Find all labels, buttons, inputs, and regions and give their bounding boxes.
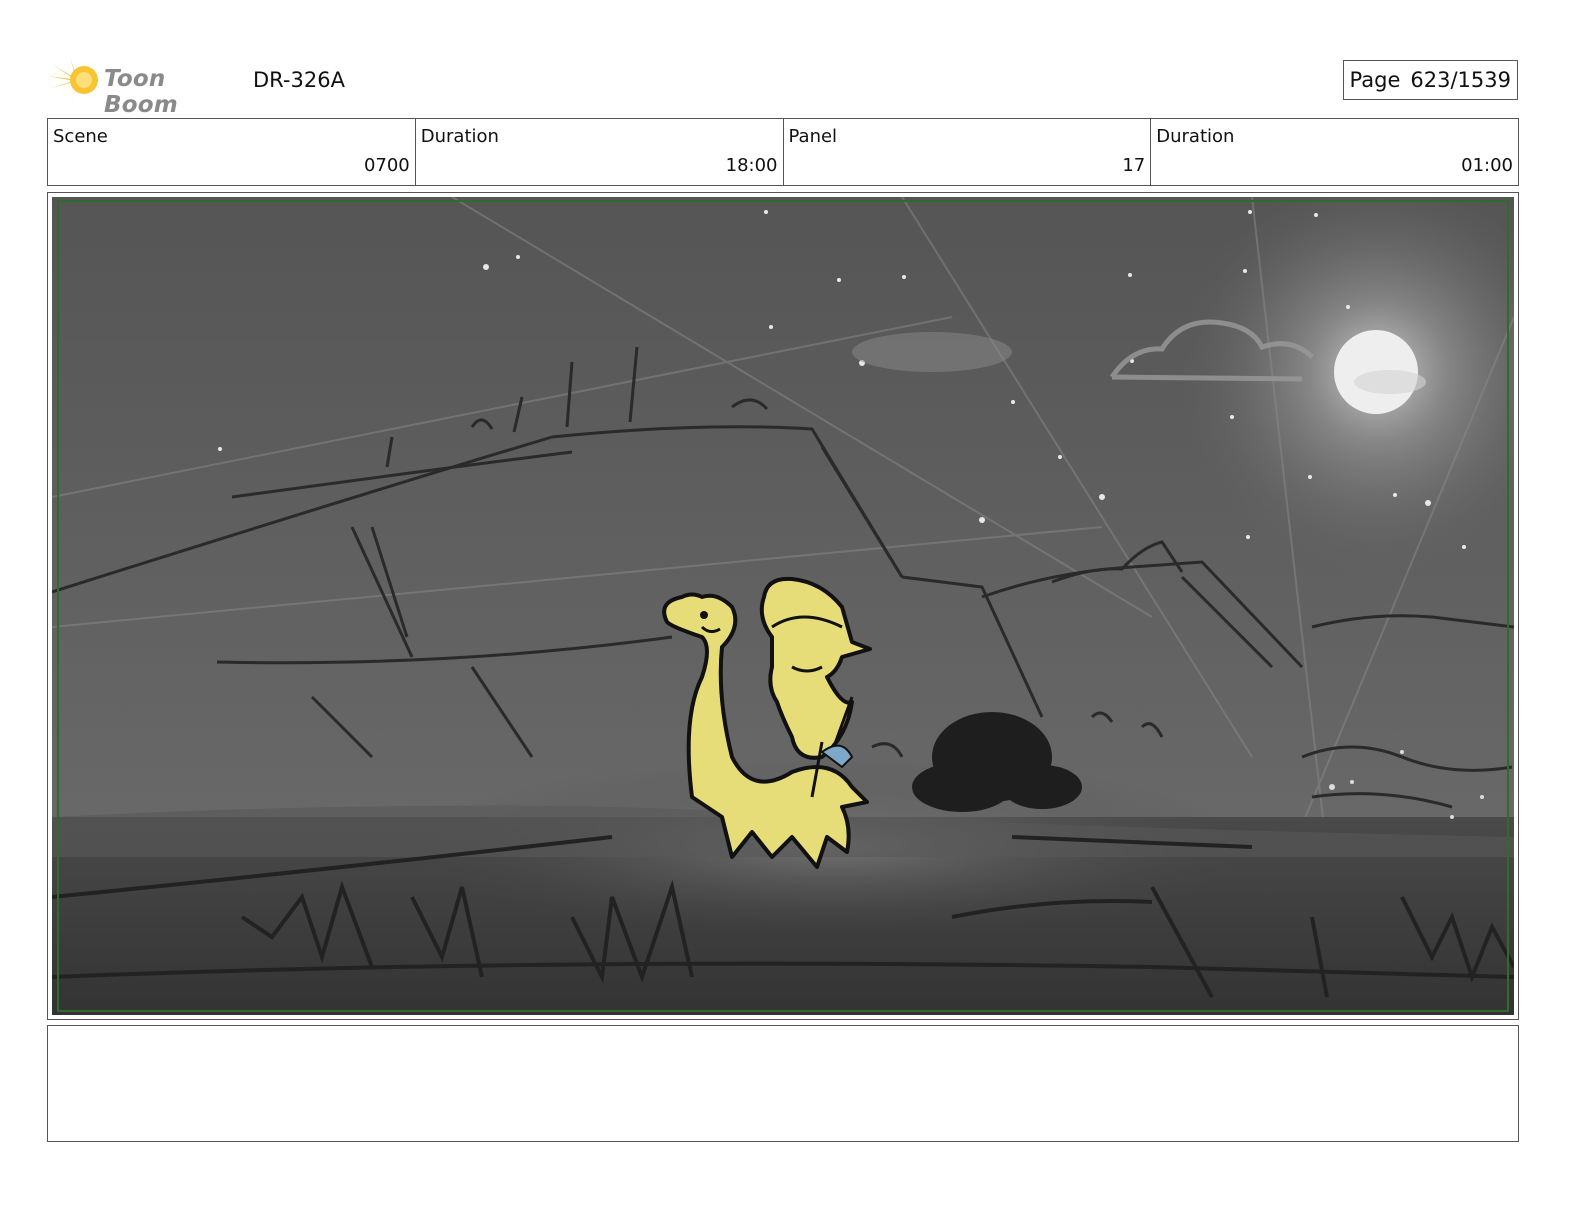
scene-info-table: Scene 0700 Duration 18:00 Panel 17 Durat…: [47, 118, 1519, 186]
night-scene-sketch: [52, 197, 1514, 1015]
panel-value: 17: [1122, 155, 1146, 176]
scene-duration-label: Duration: [420, 126, 499, 147]
scene-cell: Scene 0700: [48, 119, 416, 185]
scene-duration-cell: Duration 18:00: [416, 119, 784, 185]
scene-duration-value: 18:00: [725, 155, 778, 176]
panel-duration-cell: Duration 01:00: [1151, 119, 1518, 185]
page-number: 623/1539: [1410, 68, 1511, 92]
page-header: Toon Boom DR-326A Page 623/1539: [48, 52, 1520, 118]
scene-value: 0700: [363, 155, 410, 176]
panel-duration-value: 01:00: [1461, 155, 1513, 176]
page-label: Page: [1349, 68, 1401, 92]
starburst-icon: [48, 58, 98, 102]
production-id: DR-326A: [253, 68, 345, 92]
page-indicator: Page 623/1539: [1342, 60, 1518, 100]
panel-cell: Panel 17: [784, 119, 1152, 185]
toon-boom-logo: Toon Boom: [48, 56, 238, 118]
scene-label: Scene: [53, 126, 108, 147]
storyboard-panel-image: [52, 197, 1514, 1015]
panel-notes-box: [47, 1025, 1519, 1142]
logo-text: Toon Boom: [104, 66, 178, 118]
panel-label: Panel: [788, 126, 838, 147]
panel-duration-label: Duration: [1156, 126, 1235, 147]
